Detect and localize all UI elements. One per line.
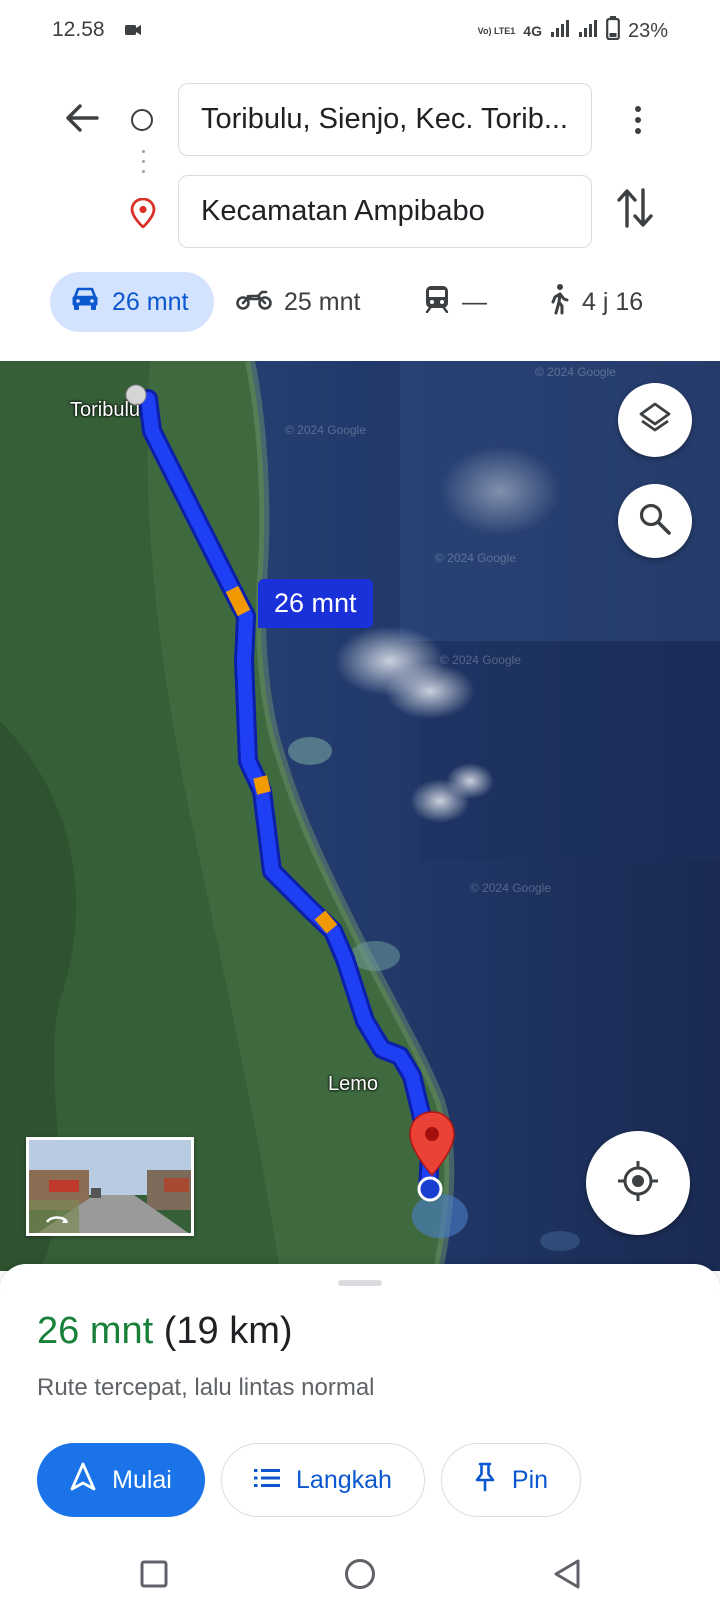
- place-label-toribulu: Toribulu: [70, 399, 141, 421]
- walk-time: 4 j 16: [582, 287, 644, 316]
- layers-button[interactable]: [618, 383, 692, 457]
- arrow-back-icon: [65, 103, 99, 138]
- tab-motorcycle[interactable]: 25 mnt: [236, 272, 360, 332]
- tab-drive[interactable]: 26 mnt: [50, 272, 214, 332]
- start-label: Mulai: [112, 1465, 172, 1494]
- system-back-button[interactable]: [545, 1554, 589, 1598]
- swap-vert-icon: [615, 188, 655, 234]
- push-pin-icon: [474, 1462, 496, 1499]
- route-summary: 26 mnt (19 km): [37, 1310, 293, 1353]
- tab-walk[interactable]: 4 j 16: [546, 272, 643, 332]
- volte-label: Vo) LTE1: [477, 25, 516, 36]
- status-icons: Vo) LTE1 4G 23%: [478, 16, 668, 46]
- motorcycle-icon: [236, 287, 272, 318]
- destination-pin-icon: [130, 197, 156, 233]
- search-along-route-button[interactable]: [618, 484, 692, 558]
- signal-icon: [550, 18, 570, 44]
- route-description: Rute tercepat, lalu lintas normal: [37, 1374, 375, 1401]
- car-icon: [70, 286, 100, 319]
- train-icon: [424, 285, 450, 320]
- signal-icon-2: [578, 18, 598, 44]
- recent-apps-button[interactable]: [132, 1554, 176, 1598]
- swap-button[interactable]: [615, 186, 663, 234]
- status-bar: 12.58 Vo) LTE1 4G 23%: [0, 0, 720, 62]
- transit-time: —: [462, 287, 487, 316]
- system-nav-bar: [0, 1540, 720, 1612]
- place-label-lemo: Lemo: [328, 1073, 379, 1095]
- pin-button[interactable]: Pin: [441, 1443, 581, 1517]
- origin-circle-icon: [131, 109, 153, 131]
- street-view-thumbnail[interactable]: [26, 1137, 194, 1236]
- route-duration-bubble[interactable]: 26 mnt: [258, 579, 373, 628]
- start-button[interactable]: Mulai: [37, 1443, 205, 1517]
- home-button[interactable]: [338, 1554, 382, 1598]
- tab-transit[interactable]: —: [424, 272, 487, 332]
- street-view-image: [29, 1140, 191, 1233]
- battery-icon: [606, 16, 620, 46]
- search-icon: [638, 502, 672, 541]
- steps-label: Langkah: [296, 1465, 392, 1494]
- more-vert-icon: [635, 106, 641, 112]
- motorcycle-time: 25 mnt: [284, 287, 361, 316]
- my-location-icon: [616, 1159, 660, 1208]
- destination-field[interactable]: Kecamatan Ampibabo: [178, 175, 592, 248]
- destination-text: Kecamatan Ampibabo: [201, 195, 485, 227]
- route-duration: 26 mnt: [37, 1310, 154, 1352]
- my-location-button[interactable]: [586, 1131, 690, 1235]
- walk-icon: [546, 283, 570, 322]
- traffic-segment: [253, 775, 271, 795]
- triangle-back-icon: [552, 1558, 582, 1595]
- route-line: [141, 392, 437, 1198]
- video-camera-icon: [125, 23, 141, 41]
- route-overlay: [125, 384, 455, 1202]
- destination-marker: [417, 1176, 443, 1202]
- origin-text: Toribulu, Sienjo, Kec. Torib...: [201, 103, 568, 135]
- route-connector: [142, 150, 145, 182]
- status-time: 12.58: [52, 18, 105, 41]
- navigation-arrow-icon: [70, 1462, 96, 1499]
- steps-button[interactable]: Langkah: [221, 1443, 425, 1517]
- battery-percent: 23%: [627, 19, 668, 42]
- circle-icon: [343, 1557, 377, 1596]
- map-view[interactable]: © 2024 Google © 2024 Google © 2024 Googl…: [0, 361, 720, 1271]
- list-icon: [254, 1466, 281, 1495]
- origin-field[interactable]: Toribulu, Sienjo, Kec. Torib...: [178, 83, 592, 156]
- layers-icon: [637, 400, 673, 441]
- square-icon: [139, 1559, 169, 1594]
- more-options-button[interactable]: [620, 96, 656, 144]
- pin-label: Pin: [511, 1465, 549, 1494]
- network-type: 4G: [523, 23, 542, 39]
- route-distance: (19 km): [163, 1310, 293, 1352]
- drive-time: 26 mnt: [112, 287, 189, 316]
- destination-pin-icon: [409, 1111, 455, 1177]
- traffic-segment: [314, 910, 338, 934]
- back-button[interactable]: [58, 96, 106, 144]
- sheet-drag-handle[interactable]: [338, 1280, 382, 1286]
